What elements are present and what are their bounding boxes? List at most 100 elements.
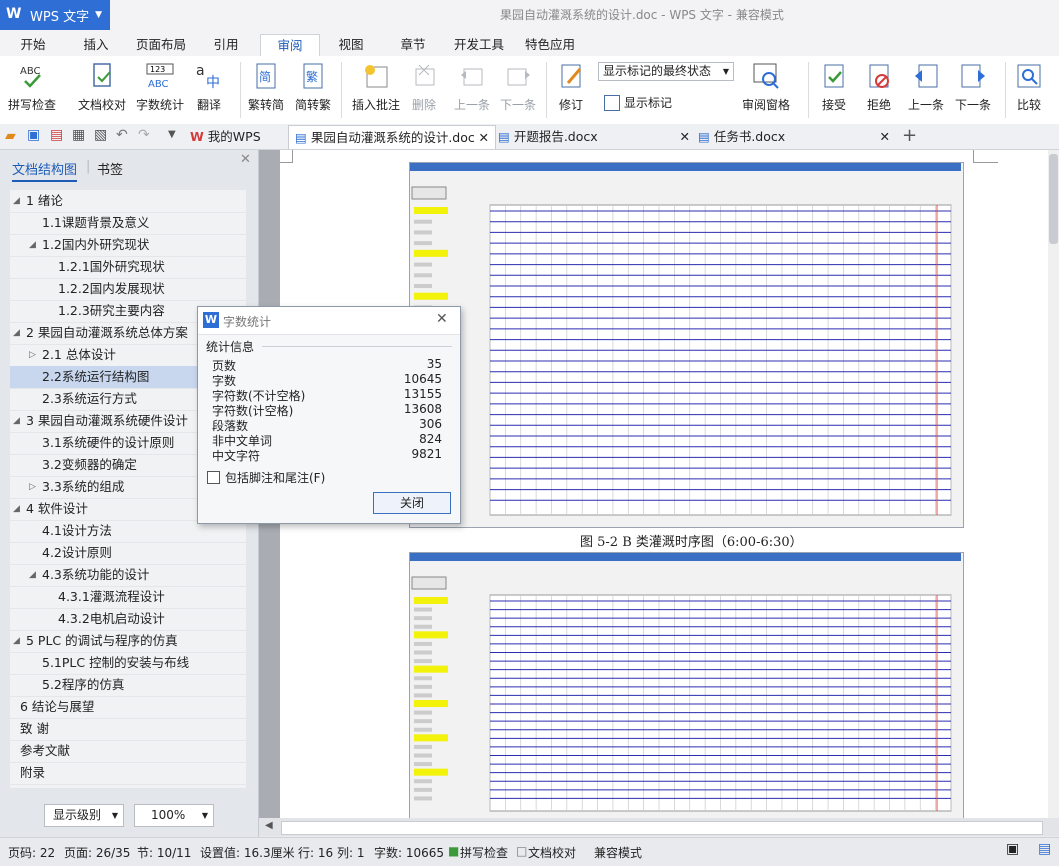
status-words[interactable]: 字数: 10665 bbox=[374, 844, 444, 861]
quick-access-menu-icon[interactable]: ▼ bbox=[168, 129, 176, 140]
outline-item[interactable]: 4.3.1灌溉流程设计 bbox=[10, 586, 246, 609]
outline-item[interactable]: ◢ 1 绪论 bbox=[10, 190, 246, 213]
reject-button[interactable]: 拒绝 bbox=[864, 60, 894, 113]
export-pdf-icon[interactable]: ▤ bbox=[50, 127, 63, 143]
tab-review[interactable]: 审阅 bbox=[260, 34, 320, 57]
tab-features[interactable]: 特色应用 bbox=[521, 34, 579, 56]
horizontal-scrollbar[interactable]: ◀ bbox=[259, 818, 1059, 836]
tab-document-active[interactable]: ▤ 果园自动灌溉系统的设计.doc ✕ bbox=[288, 125, 496, 149]
collapse-icon[interactable]: ◢ bbox=[13, 322, 23, 344]
accept-button[interactable]: 接受 bbox=[819, 60, 849, 113]
footnote-checkbox[interactable] bbox=[207, 471, 220, 484]
stat-label: 字数 bbox=[212, 374, 237, 388]
tab-mywps[interactable]: W 我的WPS bbox=[190, 125, 282, 148]
tab-doc1-label: 果园自动灌溉系统的设计.doc bbox=[310, 130, 475, 145]
collapse-icon[interactable]: ◢ bbox=[13, 498, 23, 520]
fullscreen-icon[interactable]: ▣ bbox=[1006, 841, 1019, 857]
close-icon[interactable]: ✕ bbox=[436, 311, 448, 327]
outline-item[interactable]: 1.2.1国外研究现状 bbox=[10, 256, 246, 279]
collapse-icon[interactable]: ◢ bbox=[29, 234, 39, 256]
prev-change-button[interactable]: 上一条 bbox=[908, 60, 944, 113]
insert-comment-button[interactable]: 插入批注 bbox=[352, 60, 400, 113]
compare-button[interactable]: 比较 bbox=[1014, 60, 1044, 113]
simp-to-trad-button[interactable]: 繁 简转繁 bbox=[295, 60, 331, 113]
track-changes-button[interactable]: 修订 bbox=[556, 60, 586, 113]
next-comment-button[interactable]: 下一条 bbox=[500, 60, 536, 113]
tab-developer[interactable]: 开发工具 bbox=[450, 34, 508, 56]
outline-item[interactable]: ◢ 4.3系统功能的设计 bbox=[10, 564, 246, 587]
close-tab-icon[interactable]: ✕ bbox=[680, 125, 690, 148]
tab-layout[interactable]: 页面布局 bbox=[132, 34, 190, 56]
outline-item[interactable]: 4.2设计原则 bbox=[10, 542, 246, 565]
outline-item[interactable]: 1.1课题背景及意义 bbox=[10, 212, 246, 235]
translate-button[interactable]: a中 翻译 bbox=[194, 60, 224, 113]
doc-check-button[interactable]: 文档校对 bbox=[78, 60, 126, 113]
tab-document-2[interactable]: ▤ 开题报告.docx ✕ bbox=[498, 125, 694, 148]
expand-icon[interactable]: ▷ bbox=[29, 476, 39, 498]
close-icon[interactable]: ✕ bbox=[240, 152, 251, 167]
redo-icon[interactable]: ↷ bbox=[138, 127, 150, 143]
tab-bookmarks[interactable]: 书签 bbox=[97, 159, 123, 178]
spellcheck-button[interactable]: ABC 拼写检查 bbox=[8, 60, 56, 113]
tab-insert[interactable]: 插入 bbox=[75, 34, 117, 56]
scroll-left-icon[interactable]: ◀ bbox=[265, 820, 273, 831]
tab-chapter[interactable]: 章节 bbox=[392, 34, 434, 56]
scroll-thumb[interactable] bbox=[281, 821, 1043, 835]
new-tab-icon[interactable]: + bbox=[902, 125, 917, 146]
tab-view[interactable]: 视图 bbox=[330, 34, 372, 56]
outline-item-label: 1.2.1国外研究现状 bbox=[58, 259, 165, 274]
tab-start[interactable]: 开始 bbox=[12, 34, 54, 56]
open-folder-icon[interactable]: ▰ bbox=[5, 128, 16, 144]
status-proof[interactable]: 文档校对 bbox=[528, 844, 576, 861]
delete-comment-button[interactable]: 删除 bbox=[409, 60, 439, 113]
outline-item-label: 2.1 总体设计 bbox=[42, 347, 116, 362]
undo-icon[interactable]: ↶ bbox=[116, 127, 128, 143]
next-change-button[interactable]: 下一条 bbox=[955, 60, 991, 113]
level-select[interactable]: 显示级别 ▼ bbox=[44, 804, 124, 827]
dialog-title-bar[interactable]: W 字数统计 ✕ bbox=[198, 307, 460, 335]
outline-item[interactable]: 致 谢 bbox=[10, 718, 246, 741]
close-button[interactable]: 关闭 bbox=[373, 492, 451, 514]
close-tab-icon[interactable]: ✕ bbox=[479, 126, 489, 149]
scroll-thumb[interactable] bbox=[1049, 154, 1058, 244]
collapse-icon[interactable]: ◢ bbox=[13, 190, 23, 212]
tab-document-3[interactable]: ▤ 任务书.docx ✕ bbox=[698, 125, 894, 148]
outline-item[interactable]: 5.2程序的仿真 bbox=[10, 674, 246, 697]
expand-icon[interactable]: ▷ bbox=[29, 344, 39, 366]
prev-comment-button[interactable]: 上一条 bbox=[454, 60, 490, 113]
page-view-icon[interactable]: ▤ bbox=[1038, 841, 1051, 857]
spellcheck-label: 拼写检查 bbox=[8, 98, 57, 112]
timing-diagram-image-2[interactable] bbox=[409, 552, 964, 824]
outline-item[interactable]: 6 结论与展望 bbox=[10, 696, 246, 719]
save-icon[interactable]: ▣ bbox=[27, 127, 40, 143]
outline-item[interactable]: 附录 bbox=[10, 762, 246, 785]
tab-reference[interactable]: 引用 bbox=[205, 34, 247, 56]
footnote-checkbox-label[interactable]: 包括脚注和尾注(F) bbox=[225, 469, 325, 486]
outline-item[interactable]: ◢ 1.2国内外研究现状 bbox=[10, 234, 246, 257]
outline-item[interactable]: 参考文献 bbox=[10, 740, 246, 763]
app-menu-button[interactable]: W WPS 文字 ▼ bbox=[0, 0, 110, 30]
zoom-select[interactable]: 100% ▼ bbox=[134, 804, 214, 827]
print-preview-icon[interactable]: ▧ bbox=[94, 127, 107, 143]
show-markup-button[interactable]: 显示标记 bbox=[604, 94, 672, 111]
tab-outline[interactable]: 文档结构图 bbox=[12, 159, 78, 182]
timing-diagram-image-1[interactable] bbox=[409, 162, 964, 528]
word-count-button[interactable]: 123 ABC 字数统计 bbox=[136, 60, 184, 113]
print-icon[interactable]: ▦ bbox=[72, 127, 85, 143]
outline-item[interactable]: 4.3.2电机启动设计 bbox=[10, 608, 246, 631]
review-pane-button[interactable]: 审阅窗格 bbox=[742, 60, 790, 113]
status-compat: 兼容模式 bbox=[594, 846, 643, 860]
outline-item[interactable]: 1.2.2国内发展现状 bbox=[10, 278, 246, 301]
status-pages[interactable]: 页面: 26/35 bbox=[64, 844, 130, 861]
status-spell[interactable]: 拼写检查 bbox=[460, 844, 508, 861]
collapse-icon[interactable]: ◢ bbox=[13, 410, 23, 432]
trad-to-simp-button[interactable]: 简 繁转简 bbox=[248, 60, 284, 113]
wps-logo-icon: W bbox=[6, 6, 22, 22]
markup-state-select[interactable]: 显示标记的最终状态 ▼ bbox=[598, 62, 734, 81]
collapse-icon[interactable]: ◢ bbox=[13, 630, 23, 652]
outline-item[interactable]: 5.1PLC 控制的安装与布线 bbox=[10, 652, 246, 675]
outline-item[interactable]: ◢ 5 PLC 的调试与程序的仿真 bbox=[10, 630, 246, 653]
vertical-scrollbar[interactable] bbox=[1048, 150, 1059, 818]
close-tab-icon[interactable]: ✕ bbox=[880, 125, 890, 148]
collapse-icon[interactable]: ◢ bbox=[29, 564, 39, 586]
